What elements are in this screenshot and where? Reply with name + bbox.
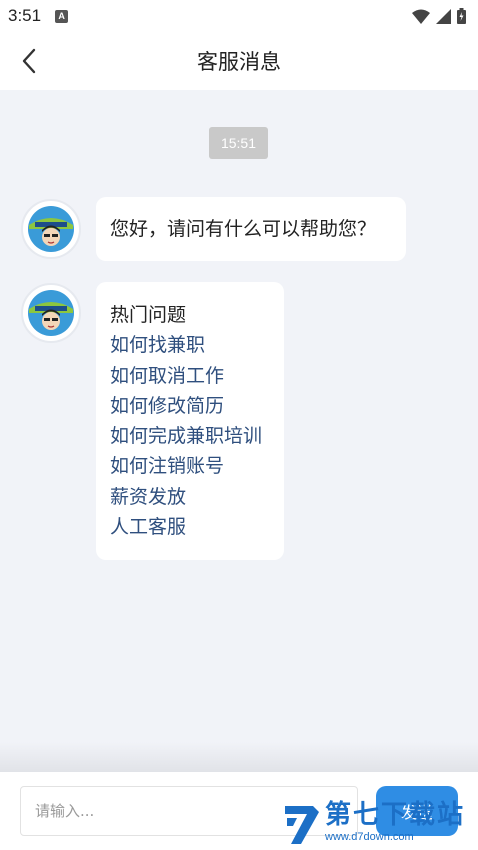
- message-input[interactable]: [20, 786, 358, 836]
- chat-area[interactable]: 15:51 您好，请问有什么可以帮助您？ 热门问题 如何找兼职 如何取消工作 如…: [0, 90, 478, 772]
- faq-item-cancel-work[interactable]: 如何取消工作: [110, 361, 270, 391]
- faq-item-complete-training[interactable]: 如何完成兼职培训: [110, 421, 270, 451]
- robot-avatar-icon: [28, 206, 74, 252]
- message-text: 您好，请问有什么可以帮助您？: [110, 218, 377, 240]
- status-icons: [412, 8, 466, 24]
- header: 客服消息: [0, 32, 478, 90]
- service-avatar: [21, 199, 81, 259]
- battery-icon: [457, 8, 466, 24]
- status-time: 3:51: [8, 6, 42, 25]
- faq-item-human-service[interactable]: 人工客服: [110, 512, 270, 542]
- robot-avatar-icon: [28, 290, 74, 336]
- faq-title: 热门问题: [110, 304, 187, 326]
- page-title: 客服消息: [197, 50, 281, 74]
- faq-item-edit-resume[interactable]: 如何修改简历: [110, 391, 270, 421]
- faq-bubble: 热门问题 如何找兼职 如何取消工作 如何修改简历 如何完成兼职培训 如何注销账号…: [96, 282, 284, 560]
- faq-item-delete-account[interactable]: 如何注销账号: [110, 451, 270, 481]
- faq-item-salary[interactable]: 薪资发放: [110, 482, 270, 512]
- wifi-icon: [412, 9, 430, 24]
- message-timestamp: 15:51: [209, 127, 268, 159]
- input-bar: 发送: [0, 772, 478, 850]
- back-arrow-icon: [22, 48, 36, 74]
- signal-icon: [436, 8, 451, 24]
- notification-icon: A: [55, 9, 69, 23]
- status-bar: 3:51 A: [0, 0, 478, 32]
- service-avatar: [21, 283, 81, 343]
- message-bubble: 您好，请问有什么可以帮助您？: [96, 197, 406, 261]
- send-button[interactable]: 发送: [376, 786, 458, 836]
- faq-item-find-job[interactable]: 如何找兼职: [110, 330, 270, 360]
- chat-fade: [0, 742, 478, 772]
- back-button[interactable]: [14, 46, 44, 76]
